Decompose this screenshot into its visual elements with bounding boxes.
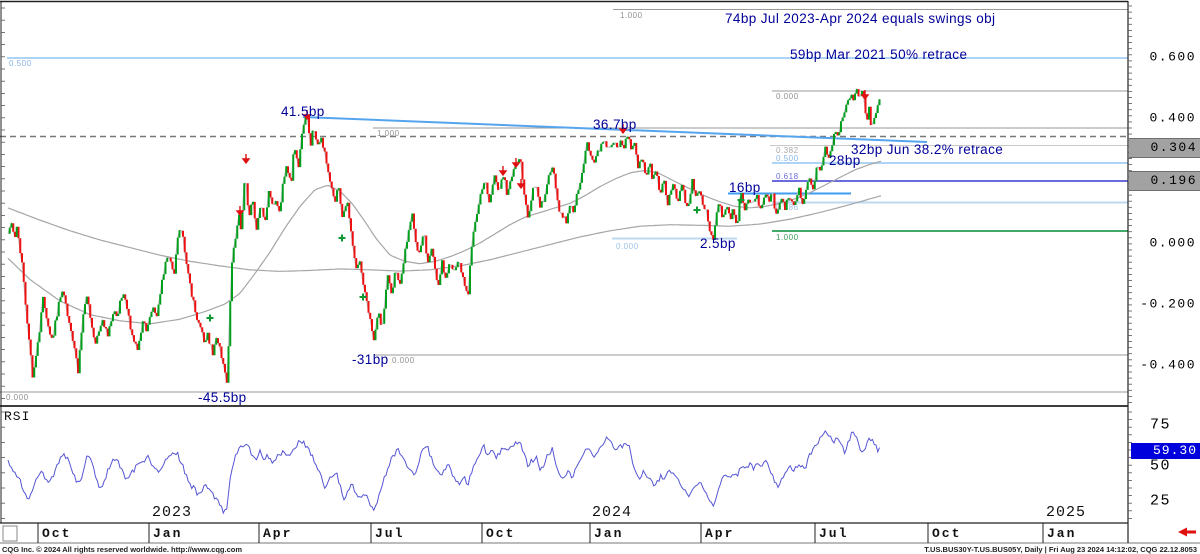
- fib-level-label: 0.000: [6, 393, 29, 402]
- chart-background: [0, 0, 1200, 554]
- fib-level-label: 0.000: [392, 356, 415, 365]
- chart-annotation: 2.5bp: [700, 236, 736, 251]
- fib-level-label: 0.000: [776, 92, 799, 101]
- chart-annotation: -45.5bp: [198, 390, 247, 405]
- fib-level-label: 0.500: [776, 154, 799, 163]
- price-chart-canvas[interactable]: 1.0000.5000.0001.0000.3820.5000.6180.786…: [0, 0, 1200, 554]
- fib-level-label: 1.000: [377, 129, 400, 138]
- chart-annotation: -31bp: [352, 352, 389, 367]
- cqg-chart-window: 1.0000.5000.0001.0000.3820.5000.6180.786…: [0, 0, 1200, 554]
- fib-level-label: 1.000: [620, 11, 643, 20]
- chart-annotation: 28bp: [829, 153, 861, 168]
- chart-annotation: 36.7bp: [593, 117, 637, 132]
- chart-annotation: 16bp: [729, 180, 761, 195]
- chart-annotation: 74bp Jul 2023-Apr 2024 equals swings obj: [725, 11, 995, 26]
- chart-annotation: 59bp Mar 2021 50% retrace: [790, 47, 967, 62]
- fib-level-label: 1.000: [776, 233, 799, 242]
- fib-level-label: 0.500: [9, 59, 32, 68]
- fib-level-label: 0.000: [616, 242, 639, 251]
- fib-level-label: 0.618: [776, 172, 799, 181]
- date-row-corner-box: [3, 526, 17, 541]
- chart-annotation: 32bp Jun 38.2% retrace: [851, 142, 1003, 157]
- chart-annotation: 41.5bp: [281, 104, 325, 119]
